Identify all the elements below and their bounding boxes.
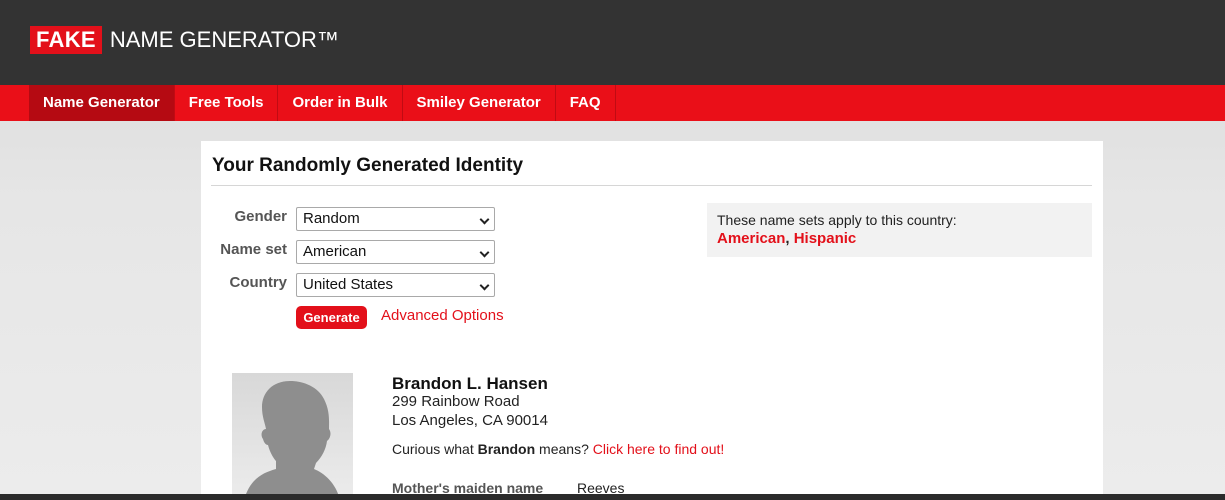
name-sets-info-text: These name sets apply to this country:	[717, 212, 957, 228]
page-title: Your Randomly Generated Identity	[212, 155, 524, 176]
generate-button[interactable]: Generate	[296, 306, 367, 329]
nav-faq[interactable]: FAQ	[556, 85, 616, 121]
country-select-value: United States	[303, 276, 394, 293]
nav-free-tools[interactable]: Free Tools	[175, 85, 279, 121]
avatar	[232, 373, 353, 500]
nameset-select[interactable]: American	[296, 240, 495, 264]
title-divider	[211, 185, 1092, 186]
country-label: Country	[229, 274, 288, 291]
content-panel: Your Randomly Generated Identity Gender …	[201, 141, 1103, 500]
logo-fake-badge: FAKE	[30, 26, 102, 54]
name-meaning-line: Curious what Brandon means? Click here t…	[392, 441, 724, 457]
gender-select-value: Random	[303, 210, 360, 227]
nav-name-generator[interactable]: Name Generator	[29, 85, 175, 121]
main-nav: Name Generator Free Tools Order in Bulk …	[0, 85, 1225, 121]
gender-label: Gender	[234, 208, 287, 225]
name-meaning-link[interactable]: Click here to find out!	[593, 441, 725, 457]
gender-select[interactable]: Random	[296, 207, 495, 231]
curious-mid: means?	[535, 441, 593, 457]
nameset-select-value: American	[303, 243, 367, 260]
country-select[interactable]: United States	[296, 273, 495, 297]
curious-prefix: Curious what	[392, 441, 478, 457]
identity-street: 299 Rainbow Road	[392, 393, 520, 410]
logo-text: NAME GENERATOR™	[109, 27, 339, 52]
name-set-link-american[interactable]: American	[717, 230, 785, 247]
name-set-separator: ,	[785, 230, 794, 247]
advanced-options-link[interactable]: Advanced Options	[381, 307, 504, 324]
chevron-down-icon	[479, 280, 490, 291]
chevron-down-icon	[479, 247, 490, 258]
site-logo[interactable]: FAKE NAME GENERATOR™	[30, 26, 339, 54]
chevron-down-icon	[479, 214, 490, 225]
person-silhouette-icon	[244, 381, 340, 500]
nav-smiley-generator[interactable]: Smiley Generator	[403, 85, 556, 121]
nameset-label: Name set	[220, 241, 287, 258]
name-set-link-hispanic[interactable]: Hispanic	[794, 230, 857, 247]
curious-name: Brandon	[477, 441, 536, 457]
identity-name: Brandon L. Hansen	[392, 374, 548, 393]
identity-city: Los Angeles, CA 90014	[392, 412, 548, 429]
name-sets-info: These name sets apply to this country: A…	[707, 203, 1092, 257]
bottom-edge	[0, 494, 1225, 500]
nav-order-in-bulk[interactable]: Order in Bulk	[278, 85, 403, 121]
top-header: FAKE NAME GENERATOR™	[0, 0, 1225, 85]
